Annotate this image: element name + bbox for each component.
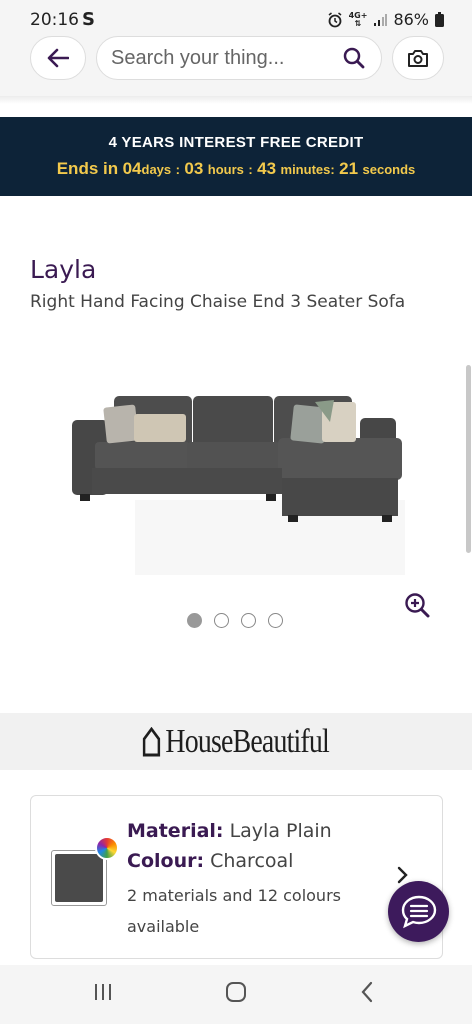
material-line: Material: Layla Plain: [127, 820, 332, 842]
material-value: Layla Plain: [229, 820, 332, 842]
home-icon[interactable]: [225, 981, 247, 1008]
chat-button[interactable]: [388, 881, 449, 942]
colour-swatch[interactable]: [51, 850, 107, 906]
countdown-minutes-value: 43: [257, 159, 277, 178]
search-header: [0, 36, 472, 96]
countdown-days-unit: days: [141, 162, 172, 177]
countdown-days-value: 04: [122, 159, 142, 178]
colour-value: Charcoal: [210, 850, 294, 872]
brand-band: HouseBeautiful: [0, 713, 472, 770]
search-input[interactable]: [111, 37, 331, 79]
camera-search-button[interactable]: [392, 36, 444, 80]
promo-banner[interactable]: 4 YEARS INTEREST FREE CREDIT Ends in 04d…: [0, 117, 472, 196]
image-carousel-dots: [187, 613, 283, 628]
camera-icon: [408, 50, 428, 67]
countdown-seconds-unit: seconds: [362, 162, 416, 177]
brand-name: HouseBeautiful: [165, 722, 330, 760]
colour-line: Colour: Charcoal: [127, 850, 293, 872]
swatch-fill: [55, 854, 103, 902]
system-nav-bar: [0, 965, 472, 1024]
arrow-left-icon: [47, 48, 69, 68]
scrollbar-thumb[interactable]: [466, 365, 471, 553]
search-icon[interactable]: [343, 47, 365, 74]
back-button[interactable]: [30, 36, 86, 80]
status-indicators: 4G+ ⇅ 86%: [327, 10, 444, 29]
colour-label: Colour:: [127, 850, 205, 872]
countdown-ends-label: Ends in: [56, 159, 119, 178]
status-time: 20:16: [30, 10, 79, 30]
zoom-in-icon[interactable]: [404, 592, 430, 623]
product-name: Layla: [30, 255, 97, 284]
colour-wheel-icon: [95, 836, 119, 860]
product-description: Right Hand Facing Chaise End 3 Seater So…: [30, 292, 406, 312]
chat-icon: [401, 895, 436, 928]
countdown-hours-unit: hours: [207, 162, 244, 177]
carousel-dot-3[interactable]: [241, 613, 256, 628]
brand-logo: HouseBeautiful: [143, 722, 330, 761]
header-divider: [0, 96, 472, 104]
countdown-separator: :: [248, 162, 253, 177]
house-icon: [143, 726, 161, 756]
carousel-dot-1[interactable]: [187, 613, 202, 628]
battery-icon: [435, 12, 444, 27]
carousel-dot-4[interactable]: [268, 613, 283, 628]
promo-countdown: Ends in 04days : 03 hours : 43 minutes: …: [0, 159, 472, 179]
countdown-separator: :: [330, 162, 335, 177]
countdown-seconds-value: 21: [339, 159, 359, 178]
material-selector-card[interactable]: Material: Layla Plain Colour: Charcoal 2…: [30, 795, 443, 959]
alarm-icon: [327, 11, 343, 28]
signal-icon: [373, 13, 388, 27]
back-nav-icon[interactable]: [360, 981, 374, 1008]
promo-title: 4 YEARS INTEREST FREE CREDIT: [108, 134, 364, 151]
status-bar: 20:16 S 4G+ ⇅ 86%: [0, 0, 472, 40]
countdown-separator: :: [175, 162, 180, 177]
product-image[interactable]: [60, 380, 410, 580]
recent-apps-icon[interactable]: [92, 981, 114, 1008]
search-box[interactable]: [96, 36, 382, 80]
battery-percent: 86%: [393, 10, 429, 29]
carrier-s-icon: S: [82, 9, 95, 30]
material-label: Material:: [127, 820, 224, 842]
countdown-hours-value: 03: [184, 159, 204, 178]
network-4g-icon: 4G+ ⇅: [348, 10, 368, 28]
countdown-minutes-unit: minutes: [280, 162, 331, 177]
options-note: 2 materials and 12 colours available: [127, 886, 341, 936]
carousel-dot-2[interactable]: [214, 613, 229, 628]
